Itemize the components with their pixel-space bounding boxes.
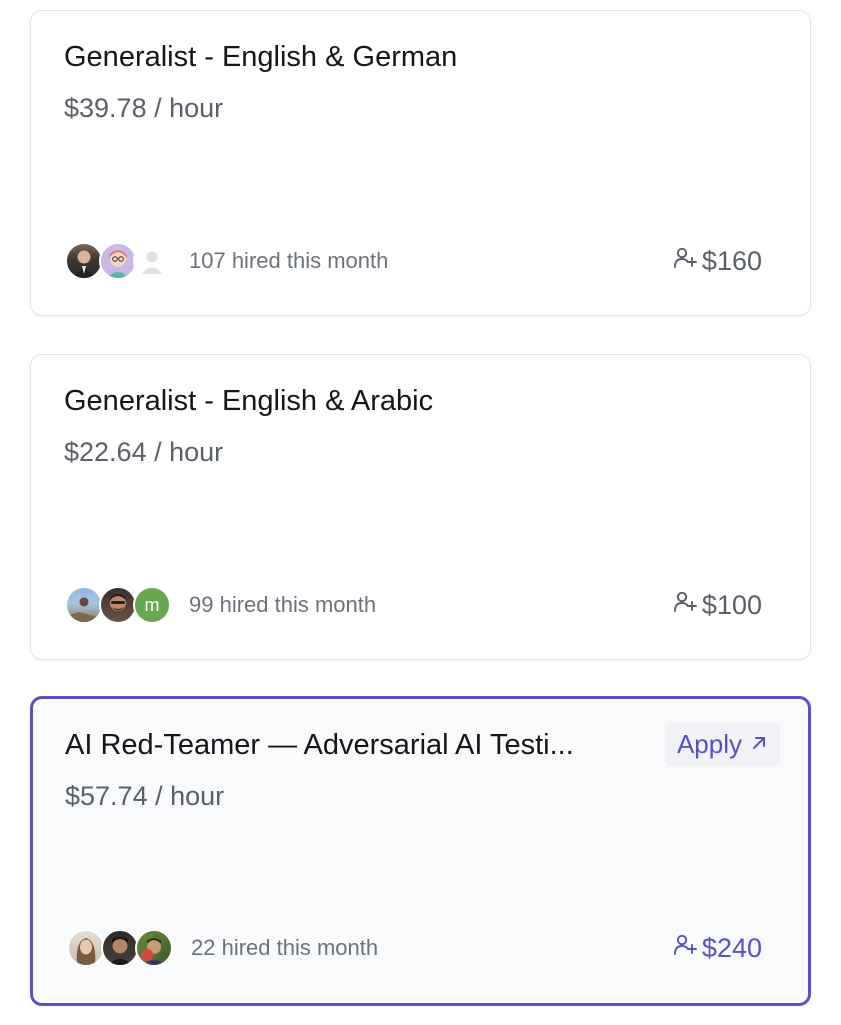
- referral-amount: $100: [701, 589, 762, 620]
- job-card-ai-red-teamer[interactable]: AI Red-Teamer — Adversarial AI Testi... …: [30, 696, 811, 1006]
- hired-avatars: [67, 929, 173, 967]
- avatar: [67, 929, 105, 967]
- job-title[interactable]: Generalist - English & Arabic: [64, 385, 433, 418]
- job-title[interactable]: AI Red-Teamer — Adversarial AI Testi...: [65, 729, 574, 762]
- add-user-icon: [672, 245, 698, 278]
- job-rate: $39.78 / hour: [64, 93, 224, 123]
- job-card-generalist-arabic[interactable]: Generalist - English & Arabic $22.64 / h…: [30, 354, 811, 660]
- job-rate: $22.64 / hour: [64, 437, 224, 467]
- hired-count: 99 hired this month: [189, 592, 377, 617]
- job-card-footer: m 99 hired this month $100: [65, 584, 762, 626]
- referral-bonus[interactable]: $240: [672, 932, 762, 965]
- job-title[interactable]: Generalist - English & German: [64, 41, 457, 74]
- hired-avatars: [65, 242, 171, 280]
- referral-bonus[interactable]: $160: [672, 245, 762, 278]
- job-rate: $57.74 / hour: [65, 781, 225, 811]
- job-card-footer: 22 hired this month $240: [67, 927, 762, 969]
- apply-label: Apply: [676, 729, 742, 759]
- avatar: [99, 242, 137, 280]
- avatar: [133, 242, 171, 280]
- avatar: [65, 242, 103, 280]
- referral-amount: $240: [701, 932, 762, 963]
- avatar: [101, 929, 139, 967]
- referral-amount: $160: [701, 245, 762, 276]
- referral-bonus[interactable]: $100: [672, 589, 762, 622]
- hired-avatars: m: [65, 586, 171, 624]
- apply-button[interactable]: Apply: [664, 723, 780, 766]
- avatar-letter: m: [144, 594, 160, 615]
- hired-count: 107 hired this month: [189, 248, 389, 273]
- job-card-generalist-german[interactable]: Generalist - English & German $39.78 / h…: [30, 10, 811, 316]
- arrow-up-right-icon: [750, 732, 768, 758]
- job-card-footer: 107 hired this month $160: [65, 240, 762, 282]
- avatar: [65, 586, 103, 624]
- avatar: [99, 586, 137, 624]
- avatar: [135, 929, 173, 967]
- hired-count: 22 hired this month: [191, 935, 379, 960]
- avatar: m: [133, 586, 171, 624]
- add-user-icon: [672, 932, 698, 965]
- add-user-icon: [672, 589, 698, 622]
